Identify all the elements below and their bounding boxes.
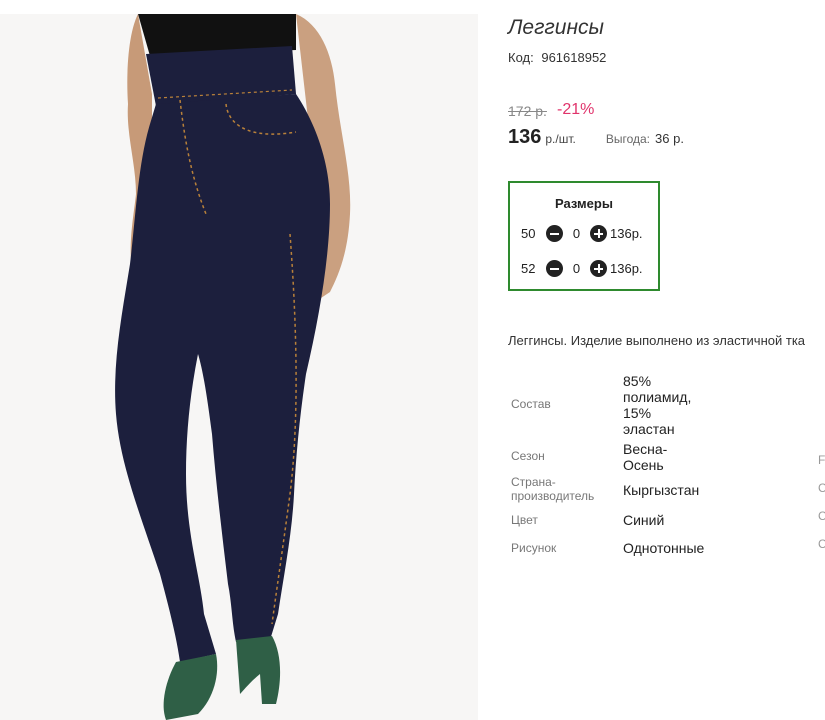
product-title: Леггинсы — [508, 16, 604, 39]
spec-value: Однотонные — [623, 540, 705, 556]
old-price: 172 р. — [508, 103, 547, 119]
discount-badge: -21% — [557, 101, 595, 118]
current-price: 136 — [508, 126, 542, 148]
clipped-column-text: С — [818, 509, 825, 523]
benefit-value: 36 р. — [655, 131, 684, 146]
size-label: 50 — [521, 226, 536, 241]
spec-label: Страна-производитель — [511, 475, 595, 503]
quantity-value[interactable]: 0 — [563, 226, 590, 241]
size-row: 52 0 136р. — [521, 260, 643, 277]
clipped-column-text: F — [818, 453, 825, 467]
quantity-value[interactable]: 0 — [563, 261, 590, 276]
benefit-label: Выгода: — [605, 132, 651, 146]
leggings-illustration — [115, 14, 351, 720]
size-price: 136р. — [610, 261, 643, 276]
spec-label: Цвет — [511, 513, 538, 527]
plus-icon[interactable] — [590, 225, 607, 242]
product-description: Леггинсы. Изделие выполнено из эластично… — [508, 333, 806, 348]
spec-value: Кыргызстан — [623, 482, 700, 498]
price-row: 136 р./шт. Выгода: 36 р. — [508, 126, 684, 149]
product-code-value: 961618952 — [541, 50, 607, 65]
spec-value: Весна-Осень — [623, 441, 668, 473]
clipped-column-text: С — [818, 481, 825, 495]
plus-icon[interactable] — [590, 260, 607, 277]
product-code-label: Код: — [508, 50, 534, 65]
sizes-title: Размеры — [555, 196, 613, 211]
spec-value: Синий — [623, 512, 665, 528]
product-code: Код: 961618952 — [508, 50, 606, 65]
spec-label: Сезон — [511, 449, 545, 463]
spec-label: Состав — [511, 397, 551, 411]
product-image[interactable] — [0, 14, 478, 720]
spec-value: 85% полиамид, 15% эластан — [623, 373, 692, 437]
minus-icon[interactable] — [546, 260, 563, 277]
size-selector: Размеры 50 0 136р. 52 0 136р. — [508, 181, 660, 291]
size-label: 52 — [521, 261, 536, 276]
clipped-column-text: С — [818, 537, 825, 551]
minus-icon[interactable] — [546, 225, 563, 242]
size-price: 136р. — [610, 226, 643, 241]
price-unit: р./шт. — [545, 132, 576, 146]
size-row: 50 0 136р. — [521, 225, 643, 242]
spec-label: Рисунок — [511, 541, 557, 555]
